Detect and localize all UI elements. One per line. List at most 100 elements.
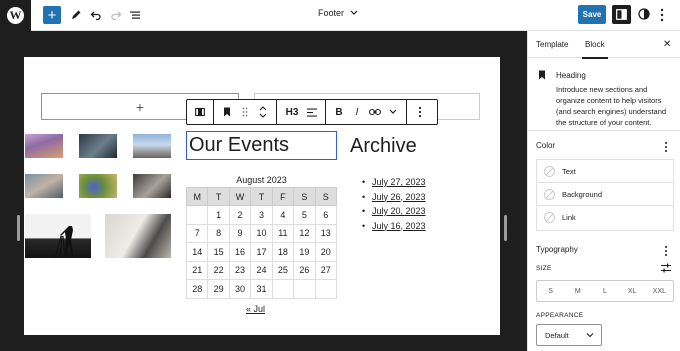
calendar-day: 3: [250, 205, 273, 225]
bold-button[interactable]: B: [330, 103, 348, 121]
calendar-weekday: M: [185, 187, 209, 206]
empty-swatch-icon: [544, 188, 555, 200]
select-parent-icon[interactable]: [191, 103, 209, 121]
wordpress-logo[interactable]: W: [0, 0, 31, 31]
archive-link[interactable]: July 27, 2023: [362, 175, 426, 190]
align-text-icon[interactable]: [303, 103, 321, 121]
pen-tool-icon[interactable]: [67, 6, 85, 24]
list-view-icon[interactable]: [126, 6, 144, 24]
gallery-image[interactable]: [104, 213, 172, 259]
resize-handle-left[interactable]: [17, 215, 20, 241]
color-item-background[interactable]: Background: [537, 183, 673, 206]
calendar-block[interactable]: August 2023 MTWTFSS 1 2 3 4 5 6 7 8 9 10 11 12 13 14 1…: [185, 174, 338, 299]
tab-block[interactable]: Block: [582, 40, 608, 59]
calendar-day: 15: [207, 242, 230, 262]
block-options-icon[interactable]: [411, 103, 429, 121]
font-size-option[interactable]: S: [537, 281, 564, 301]
tab-template[interactable]: Template: [536, 40, 568, 49]
calendar-prev-month-link[interactable]: « Jul: [246, 304, 265, 314]
block-card-description: Introduce new sections and organize cont…: [556, 85, 667, 127]
italic-button[interactable]: I: [348, 103, 366, 121]
color-item-label: Background: [562, 189, 603, 199]
calendar-day: 13: [314, 223, 338, 243]
chevron-down-icon: [586, 333, 594, 338]
font-size-option[interactable]: L: [591, 281, 618, 301]
archive-heading[interactable]: Archive: [350, 135, 417, 158]
font-size-option[interactable]: XXL: [646, 281, 673, 301]
photographer-silhouette: [54, 226, 74, 259]
heading-level-button[interactable]: H3: [281, 103, 303, 121]
calendar-caption: August 2023: [236, 175, 287, 185]
font-size-option[interactable]: XL: [619, 281, 646, 301]
calendar-table: MTWTFSS 1 2 3 4 5 6 7 8 9 10 11 12 13 14 15 16 17 18 19 20 2…: [185, 187, 338, 299]
close-icon[interactable]: ✕: [663, 39, 671, 50]
save-button[interactable]: Save: [578, 5, 606, 24]
gallery-image[interactable]: [24, 133, 64, 159]
calendar-week-row: 21 22 23 24 25 26 27: [185, 260, 338, 280]
gallery-image[interactable]: [78, 173, 118, 199]
bookmark-icon: [539, 70, 545, 80]
calendar-weekday: F: [271, 187, 295, 206]
gallery-image[interactable]: [78, 133, 118, 159]
size-label: SIZE: [536, 265, 552, 272]
color-item-link[interactable]: Link: [537, 206, 673, 229]
settings-toggle-button[interactable]: [612, 5, 631, 24]
document-title[interactable]: Footer: [318, 8, 358, 18]
calendar-day: 19: [293, 242, 316, 262]
sidebar-tabs: Template Block ✕: [528, 31, 680, 59]
settings-sidebar: Template Block ✕ Heading Introduce new s…: [527, 31, 680, 351]
resize-handle-right[interactable]: [504, 215, 507, 241]
calendar-day: 12: [293, 223, 316, 243]
link-icon[interactable]: [366, 103, 384, 121]
block-type-group: [214, 100, 277, 124]
calendar-day: 21: [185, 260, 209, 280]
more-options-icon[interactable]: [664, 141, 668, 153]
calendar-day: 26: [293, 260, 316, 280]
appearance-value: Default: [545, 330, 569, 340]
move-up-down-icon[interactable]: [254, 103, 272, 121]
heading-level-group: H3: [277, 100, 326, 124]
font-size-option[interactable]: M: [564, 281, 591, 301]
calendar-week-row: 28 29 30 31: [185, 279, 338, 299]
color-section-title[interactable]: Color: [536, 141, 555, 150]
calendar-day: 14: [185, 242, 209, 262]
color-item-label: Text: [562, 166, 576, 176]
block-card-title: Heading: [556, 71, 586, 80]
color-item-text[interactable]: Text: [537, 160, 673, 183]
gallery-image[interactable]: [24, 213, 92, 259]
calendar-day: 6: [314, 205, 338, 225]
bookmark-icon[interactable]: [218, 103, 236, 121]
redo-icon[interactable]: [107, 6, 125, 24]
archive-link[interactable]: July 26, 2023: [362, 190, 426, 205]
more-options-icon[interactable]: [660, 8, 664, 22]
calendar-day: 9: [228, 223, 252, 243]
calendar-day: 2: [228, 205, 252, 225]
calendar-week-row: 7 8 9 10 11 12 13: [185, 223, 338, 243]
calendar-day: 16: [228, 242, 252, 262]
calendar-day: 1: [207, 205, 230, 225]
add-block-button[interactable]: +: [43, 6, 61, 24]
gallery-image[interactable]: [132, 133, 172, 159]
gallery-image[interactable]: [132, 173, 172, 199]
typography-section-title[interactable]: Typography: [536, 245, 578, 254]
calendar-day: 11: [271, 223, 295, 243]
calendar-weekday: T: [207, 187, 230, 206]
chevron-down-icon: [350, 10, 358, 15]
calendar-day: 28: [185, 279, 209, 299]
archive-link[interactable]: July 16, 2023: [362, 219, 426, 234]
styles-icon[interactable]: [638, 8, 650, 20]
calendar-week-row: 14 15 16 17 18 19 20: [185, 242, 338, 262]
chevron-down-icon[interactable]: [384, 103, 402, 121]
archive-link[interactable]: July 20, 2023: [362, 204, 426, 219]
appearance-select[interactable]: Default: [536, 324, 602, 346]
calendar-day: 31: [250, 279, 273, 299]
more-options-icon[interactable]: [664, 245, 668, 257]
block-toolbar: H3 B I: [186, 99, 438, 125]
drag-handle-icon[interactable]: [236, 103, 254, 121]
heading-block-selected[interactable]: Our Events: [186, 131, 337, 160]
gallery-image[interactable]: [24, 173, 64, 199]
calendar-week-row: 123456: [185, 205, 338, 225]
settings-sliders-icon[interactable]: [661, 263, 671, 273]
template-canvas: + H3 B I Our Events Archive August 2023 …: [24, 57, 500, 335]
undo-icon[interactable]: [87, 6, 105, 24]
